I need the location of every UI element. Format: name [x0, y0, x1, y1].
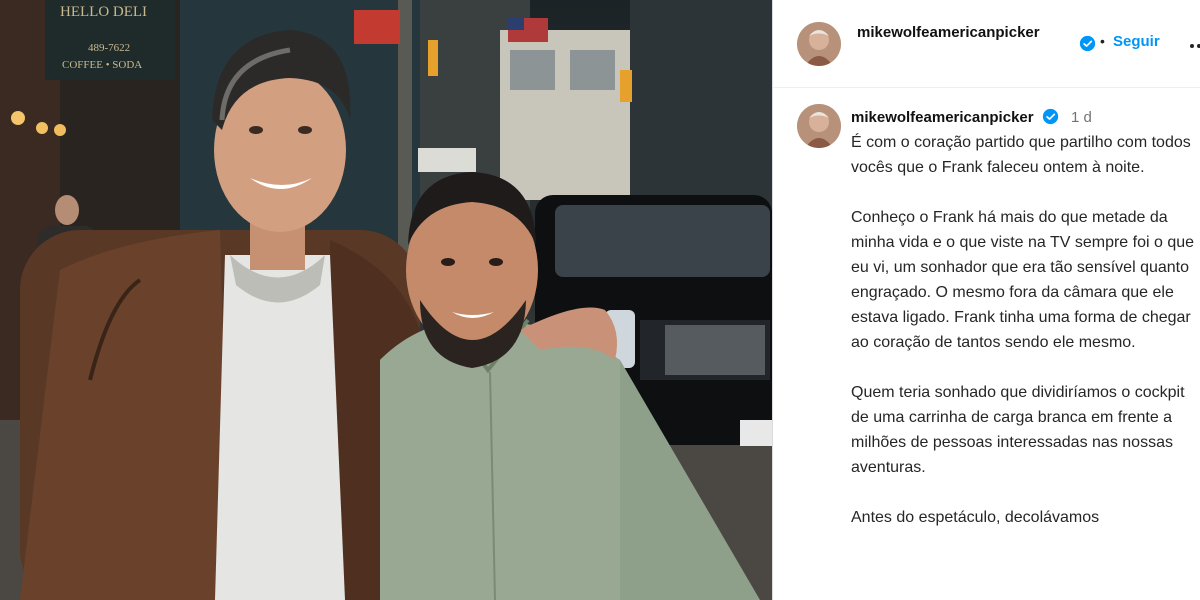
verified-badge-icon: [1042, 108, 1058, 125]
deli-sign-text: HELLO DELI: [60, 4, 147, 20]
avatar[interactable]: [797, 22, 841, 66]
caption-comment: mikewolfeamericanpicker 1 d É com o cora…: [773, 96, 1200, 600]
comment-timestamp[interactable]: 1 d: [1071, 109, 1092, 126]
verified-badge-icon: [1079, 35, 1096, 52]
caption-text: É com o coração partido que partilho com…: [851, 130, 1196, 530]
deli-phone-text: 489-7622: [88, 42, 130, 54]
more-options-icon[interactable]: [1189, 43, 1200, 49]
profile-avatar-image: [797, 22, 841, 66]
caption-paragraph: É com o coração partido que partilho com…: [851, 134, 1191, 176]
caption-paragraph: Antes do espetáculo, decolávamos: [851, 509, 1100, 526]
follow-button[interactable]: Seguir: [1113, 33, 1160, 50]
post-photo[interactable]: HELLO DELI 489-7622 COFFEE • SODA: [0, 0, 772, 600]
profile-avatar-image: [797, 104, 841, 148]
comment-header: mikewolfeamericanpicker 1 d: [851, 108, 1092, 128]
caption-paragraph: Conheço o Frank há mais do que metade da…: [851, 209, 1195, 351]
street-scene-image: HELLO DELI 489-7622 COFFEE • SODA: [0, 0, 772, 600]
comment-username[interactable]: mikewolfeamericanpicker: [851, 109, 1034, 126]
caption-paragraph: Quem teria sonhado que dividiríamos o co…: [851, 384, 1185, 476]
separator-dot: •: [1100, 33, 1105, 49]
post-header: mikewolfeamericanpicker • Seguir: [773, 0, 1200, 88]
avatar[interactable]: [797, 104, 841, 148]
deli-soda-text: COFFEE • SODA: [62, 59, 142, 71]
post-side-panel: mikewolfeamericanpicker • Seguir mikewol…: [772, 0, 1200, 600]
post-author-username[interactable]: mikewolfeamericanpicker: [857, 22, 1077, 44]
